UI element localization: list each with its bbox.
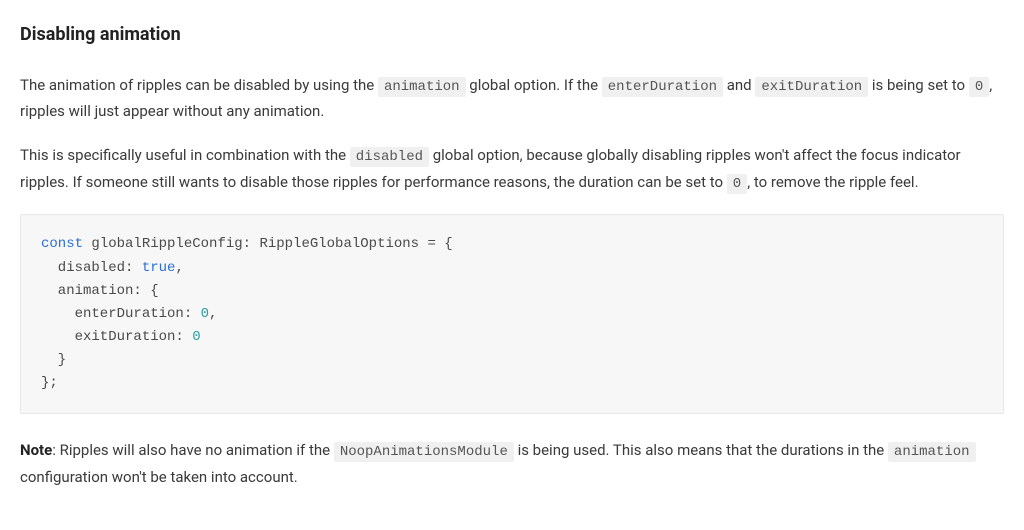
paragraph-note: Note: Ripples will also have no animatio… <box>20 438 1004 490</box>
text: global option. If the <box>466 76 602 94</box>
text: : Ripples will also have no animation if… <box>52 441 334 459</box>
text: is being set to <box>868 76 969 94</box>
code-zero: 0 <box>969 77 989 97</box>
code-text: , <box>175 260 183 276</box>
paragraph-1: The animation of ripples can be disabled… <box>20 73 1004 125</box>
code-animation: animation <box>888 442 976 462</box>
text: configuration won't be taken into accoun… <box>20 468 298 486</box>
code-zero: 0 <box>727 174 747 194</box>
note-label: Note <box>20 441 52 459</box>
text: and <box>723 76 755 94</box>
section-heading: Disabling animation <box>20 20 1004 51</box>
text: is being used. This also means that the … <box>514 441 888 459</box>
code-text: enterDuration: <box>41 306 201 322</box>
code-exit-duration: exitDuration <box>755 77 868 97</box>
keyword-const: const <box>41 236 83 252</box>
text: , to remove the ripple feel. <box>747 173 918 191</box>
doc-section: Disabling animation The animation of rip… <box>20 20 1004 490</box>
code-animation: animation <box>378 77 466 97</box>
code-enter-duration: enterDuration <box>602 77 723 97</box>
code-block: const globalRippleConfig: RippleGlobalOp… <box>20 214 1004 414</box>
bool-true: true <box>142 260 176 276</box>
num-zero: 0 <box>201 306 209 322</box>
code-disabled: disabled <box>350 147 429 167</box>
code-text: disabled: <box>41 260 142 276</box>
num-zero: 0 <box>192 329 200 345</box>
code-text: } <box>41 352 66 368</box>
text: This is specifically useful in combinati… <box>20 146 350 164</box>
code-text: , <box>209 306 217 322</box>
code-text: globalRippleConfig: RippleGlobalOptions … <box>83 236 453 252</box>
code-noop-animations-module: NoopAnimationsModule <box>334 442 514 462</box>
paragraph-2: This is specifically useful in combinati… <box>20 143 1004 197</box>
code-text: animation: { <box>41 283 159 299</box>
code-text: }; <box>41 375 58 391</box>
text: The animation of ripples can be disabled… <box>20 76 378 94</box>
code-text: exitDuration: <box>41 329 192 345</box>
